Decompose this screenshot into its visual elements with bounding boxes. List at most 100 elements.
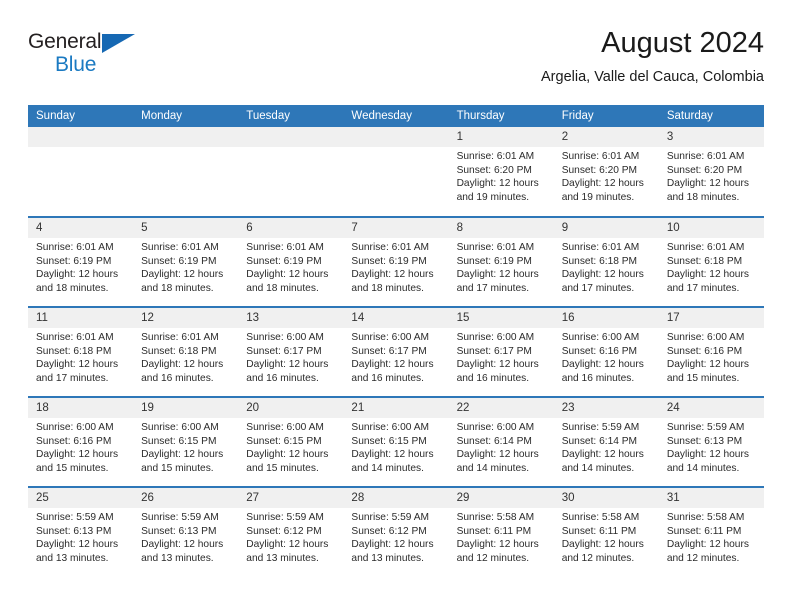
calendar-day-cell[interactable]: 20 Sunrise: 6:00 AM Sunset: 6:15 PM Dayligh… xyxy=(238,396,344,487)
daylight-duration-line-2: and 14 minutes. xyxy=(666,462,740,474)
calendar-day-cell[interactable]: 14 Sunrise: 6:00 AM Sunset: 6:17 PM Dayligh… xyxy=(343,306,449,397)
daylight-duration-line-1: Daylight: 12 hours xyxy=(561,178,644,190)
sunrise-time: Sunrise: 6:01 AM xyxy=(36,332,114,343)
day-sun-info: Sunrise: 6:00 AM Sunset: 6:15 PM Daylight:… xyxy=(133,418,238,475)
calendar-day-cell[interactable]: 12 Sunrise: 6:01 AM Sunset: 6:18 PM Dayligh… xyxy=(133,306,239,397)
weekday-header-saturday: Saturday xyxy=(658,105,764,127)
daylight-duration-line-2: and 12 minutes. xyxy=(666,552,740,564)
daylight-duration-line-1: Daylight: 12 hours xyxy=(456,539,539,551)
general-blue-logo[interactable]: General Blue xyxy=(28,26,143,82)
daylight-duration-line-1: Daylight: 12 hours xyxy=(351,359,434,371)
calendar-day-cell[interactable]: 1 Sunrise: 6:01 AM Sunset: 6:20 PM Daylight… xyxy=(448,127,554,217)
day-sun-info: Sunrise: 5:58 AM Sunset: 6:11 PM Daylight:… xyxy=(554,508,659,565)
daylight-duration-line-2: and 12 minutes. xyxy=(456,552,530,564)
calendar-day-cell[interactable]: 28 Sunrise: 5:59 AM Sunset: 6:12 PM Dayligh… xyxy=(343,486,449,577)
calendar-day-cell[interactable]: 5 Sunrise: 6:01 AM Sunset: 6:19 PM Daylight… xyxy=(133,216,239,307)
calendar-day-cell[interactable]: 3 Sunrise: 6:01 AM Sunset: 6:20 PM Daylight… xyxy=(658,127,764,217)
daylight-duration-line-1: Daylight: 12 hours xyxy=(36,359,119,371)
calendar-day-cell[interactable]: 19 Sunrise: 6:00 AM Sunset: 6:15 PM Dayligh… xyxy=(133,396,239,487)
daylight-duration-line-2: and 13 minutes. xyxy=(246,552,319,564)
sunset-time: Sunset: 6:16 PM xyxy=(666,345,743,357)
sunset-time: Sunset: 6:19 PM xyxy=(456,255,532,267)
daylight-duration-line-1: Daylight: 12 hours xyxy=(141,269,224,281)
calendar-day-cell[interactable]: 18 Sunrise: 6:00 AM Sunset: 6:16 PM Dayligh… xyxy=(28,396,134,487)
daylight-duration-line-2: and 16 minutes. xyxy=(246,372,319,384)
calendar-day-cell[interactable]: 26 Sunrise: 5:59 AM Sunset: 6:13 PM Dayligh… xyxy=(133,486,239,577)
calendar-cell-empty xyxy=(133,127,239,217)
calendar-day-cell[interactable]: 6 Sunrise: 6:01 AM Sunset: 6:19 PM Daylight… xyxy=(238,216,344,307)
day-sun-info: Sunrise: 6:01 AM Sunset: 6:20 PM Daylight:… xyxy=(659,147,764,204)
day-number: 10 xyxy=(658,218,764,238)
sunrise-time: Sunrise: 6:00 AM xyxy=(351,422,430,433)
daylight-duration-line-1: Daylight: 12 hours xyxy=(456,449,539,461)
sunset-time: Sunset: 6:17 PM xyxy=(456,345,532,357)
sunrise-time: Sunrise: 6:01 AM xyxy=(561,151,640,162)
daylight-duration-line-1: Daylight: 12 hours xyxy=(246,539,329,551)
calendar-day-cell[interactable]: 16 Sunrise: 6:00 AM Sunset: 6:16 PM Dayligh… xyxy=(553,306,659,397)
daylight-duration-line-1: Daylight: 12 hours xyxy=(36,449,119,461)
daylight-duration-line-1: Daylight: 12 hours xyxy=(246,269,329,281)
calendar-table: Sunday Monday Tuesday Wednesday Thursday… xyxy=(28,105,764,577)
calendar-day-cell[interactable]: 8 Sunrise: 6:01 AM Sunset: 6:19 PM Daylight… xyxy=(448,216,554,307)
day-number: 29 xyxy=(448,488,554,508)
calendar-day-cell[interactable]: 9 Sunrise: 6:01 AM Sunset: 6:18 PM Daylight… xyxy=(553,216,659,307)
calendar-day-cell[interactable]: 31 Sunrise: 5:58 AM Sunset: 6:11 PM Dayligh… xyxy=(658,486,764,577)
calendar-day-cell[interactable]: 4 Sunrise: 6:01 AM Sunset: 6:19 PM Daylight… xyxy=(28,216,134,307)
calendar-day-cell[interactable]: 17 Sunrise: 6:00 AM Sunset: 6:16 PM Dayligh… xyxy=(658,306,764,397)
sunset-time: Sunset: 6:13 PM xyxy=(36,525,112,537)
daylight-duration-line-1: Daylight: 12 hours xyxy=(36,269,119,281)
sunrise-time: Sunrise: 6:00 AM xyxy=(141,422,219,433)
day-number: 5 xyxy=(133,218,239,238)
day-sun-info: Sunrise: 6:01 AM Sunset: 6:20 PM Daylight:… xyxy=(449,147,554,204)
sunrise-time: Sunrise: 6:01 AM xyxy=(246,242,324,253)
daylight-duration-line-1: Daylight: 12 hours xyxy=(351,449,434,461)
daylight-duration-line-1: Daylight: 12 hours xyxy=(141,449,224,461)
daylight-duration-line-2: and 19 minutes. xyxy=(456,191,530,203)
calendar-page: General Blue August 2024 Argelia, Valle … xyxy=(0,0,792,612)
calendar-day-cell[interactable]: 23 Sunrise: 5:59 AM Sunset: 6:14 PM Dayligh… xyxy=(553,396,659,487)
weekday-header-wednesday: Wednesday xyxy=(343,105,449,127)
calendar-day-cell[interactable]: 30 Sunrise: 5:58 AM Sunset: 6:11 PM Dayligh… xyxy=(553,486,659,577)
calendar-day-cell[interactable]: 25 Sunrise: 5:59 AM Sunset: 6:13 PM Dayligh… xyxy=(28,486,134,577)
day-sun-info: Sunrise: 6:00 AM Sunset: 6:17 PM Daylight:… xyxy=(343,328,448,385)
sunrise-time: Sunrise: 6:00 AM xyxy=(351,332,430,343)
sunrise-time: Sunrise: 6:01 AM xyxy=(456,151,535,162)
calendar-week-row: 25 Sunrise: 5:59 AM Sunset: 6:13 PM Dayligh… xyxy=(28,486,764,577)
calendar-day-cell[interactable]: 11 Sunrise: 6:01 AM Sunset: 6:18 PM Dayligh… xyxy=(28,306,134,397)
sunrise-time: Sunrise: 6:01 AM xyxy=(456,242,535,253)
day-number xyxy=(343,127,449,147)
daylight-duration-line-2: and 18 minutes. xyxy=(666,191,740,203)
calendar-day-cell[interactable]: 29 Sunrise: 5:58 AM Sunset: 6:11 PM Dayligh… xyxy=(448,486,554,577)
calendar-week-row: 18 Sunrise: 6:00 AM Sunset: 6:16 PM Dayligh… xyxy=(28,396,764,487)
sunset-time: Sunset: 6:11 PM xyxy=(666,525,742,537)
daylight-duration-line-1: Daylight: 12 hours xyxy=(561,449,644,461)
daylight-duration-line-1: Daylight: 12 hours xyxy=(246,359,329,371)
day-number: 28 xyxy=(343,488,449,508)
calendar-day-cell[interactable]: 2 Sunrise: 6:01 AM Sunset: 6:20 PM Daylight… xyxy=(553,127,659,217)
calendar-day-cell[interactable]: 10 Sunrise: 6:01 AM Sunset: 6:18 PM Dayligh… xyxy=(658,216,764,307)
daylight-duration-line-2: and 15 minutes. xyxy=(141,462,214,474)
day-number: 22 xyxy=(448,398,554,418)
calendar-day-cell[interactable]: 15 Sunrise: 6:00 AM Sunset: 6:17 PM Dayligh… xyxy=(448,306,554,397)
calendar-day-cell[interactable]: 7 Sunrise: 6:01 AM Sunset: 6:19 PM Daylight… xyxy=(343,216,449,307)
day-number: 27 xyxy=(238,488,344,508)
daylight-duration-line-1: Daylight: 12 hours xyxy=(456,178,539,190)
daylight-duration-line-1: Daylight: 12 hours xyxy=(351,539,434,551)
daylight-duration-line-2: and 14 minutes. xyxy=(456,462,530,474)
daylight-duration-line-2: and 18 minutes. xyxy=(351,282,424,294)
calendar-day-cell[interactable]: 27 Sunrise: 5:59 AM Sunset: 6:12 PM Dayligh… xyxy=(238,486,344,577)
day-sun-info: Sunrise: 5:59 AM Sunset: 6:13 PM Daylight:… xyxy=(133,508,238,565)
sunrise-time: Sunrise: 6:00 AM xyxy=(246,332,324,343)
sunset-time: Sunset: 6:18 PM xyxy=(141,345,217,357)
calendar-day-cell[interactable]: 24 Sunrise: 5:59 AM Sunset: 6:13 PM Dayligh… xyxy=(658,396,764,487)
day-number: 2 xyxy=(553,127,659,147)
calendar-day-cell[interactable]: 21 Sunrise: 6:00 AM Sunset: 6:15 PM Dayligh… xyxy=(343,396,449,487)
calendar-day-cell[interactable]: 13 Sunrise: 6:00 AM Sunset: 6:17 PM Dayligh… xyxy=(238,306,344,397)
day-number: 15 xyxy=(448,308,554,328)
calendar-week-row: 1 Sunrise: 6:01 AM Sunset: 6:20 PM Daylight… xyxy=(28,127,764,217)
day-number xyxy=(238,127,344,147)
day-sun-info: Sunrise: 5:59 AM Sunset: 6:12 PM Daylight:… xyxy=(343,508,448,565)
calendar-day-cell[interactable]: 22 Sunrise: 6:00 AM Sunset: 6:14 PM Dayligh… xyxy=(448,396,554,487)
sunrise-time: Sunrise: 6:01 AM xyxy=(141,332,219,343)
sunrise-time: Sunrise: 6:00 AM xyxy=(246,422,324,433)
